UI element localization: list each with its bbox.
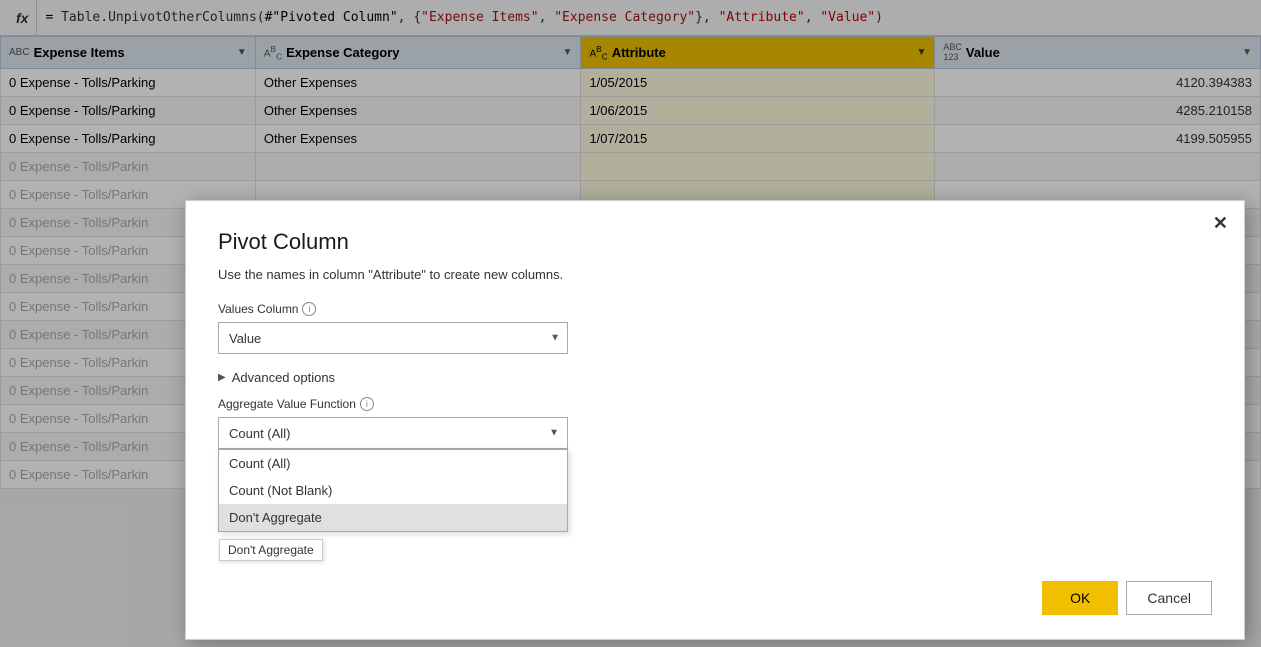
values-column-label: Values Column i [218, 302, 1212, 316]
advanced-options-triangle-icon: ▶ [218, 372, 226, 383]
pivot-column-dialog: ✕ Pivot Column Use the names in column "… [185, 200, 1245, 640]
aggregate-dropdown-display[interactable]: Count (All) ▼ [218, 417, 568, 449]
aggregate-function-info-icon[interactable]: i [360, 397, 374, 411]
aggregate-dropdown-container: Count (All) ▼ Count (All) Count (Not Bla… [218, 417, 568, 449]
dialog-close-button[interactable]: ✕ [1213, 213, 1228, 234]
dropdown-item-dont-aggregate[interactable]: Don't Aggregate Don't Aggregate [219, 504, 567, 531]
aggregate-dropdown-list: Count (All) Count (Not Blank) Don't Aggr… [218, 449, 568, 532]
dropdown-item-count-not-blank[interactable]: Count (Not Blank) [219, 477, 567, 504]
dialog-footer: OK Cancel [1042, 581, 1212, 615]
aggregate-dropdown-arrow: ▼ [549, 428, 559, 439]
dialog-title: Pivot Column [218, 229, 1212, 255]
aggregate-function-label: Aggregate Value Function i [218, 397, 1212, 411]
ok-button[interactable]: OK [1042, 581, 1118, 615]
cancel-button[interactable]: Cancel [1126, 581, 1212, 615]
values-column-select-wrapper: Value ▼ [218, 322, 568, 354]
dont-aggregate-tooltip: Don't Aggregate [219, 539, 323, 561]
dropdown-item-count-all[interactable]: Count (All) [219, 450, 567, 477]
aggregate-selected-value: Count (All) [229, 426, 290, 441]
advanced-options-toggle[interactable]: ▶ Advanced options [218, 370, 1212, 385]
advanced-options-label: Advanced options [232, 370, 335, 385]
values-column-select[interactable]: Value [218, 322, 568, 354]
values-column-info-icon[interactable]: i [302, 302, 316, 316]
dialog-subtitle: Use the names in column "Attribute" to c… [218, 267, 1212, 282]
